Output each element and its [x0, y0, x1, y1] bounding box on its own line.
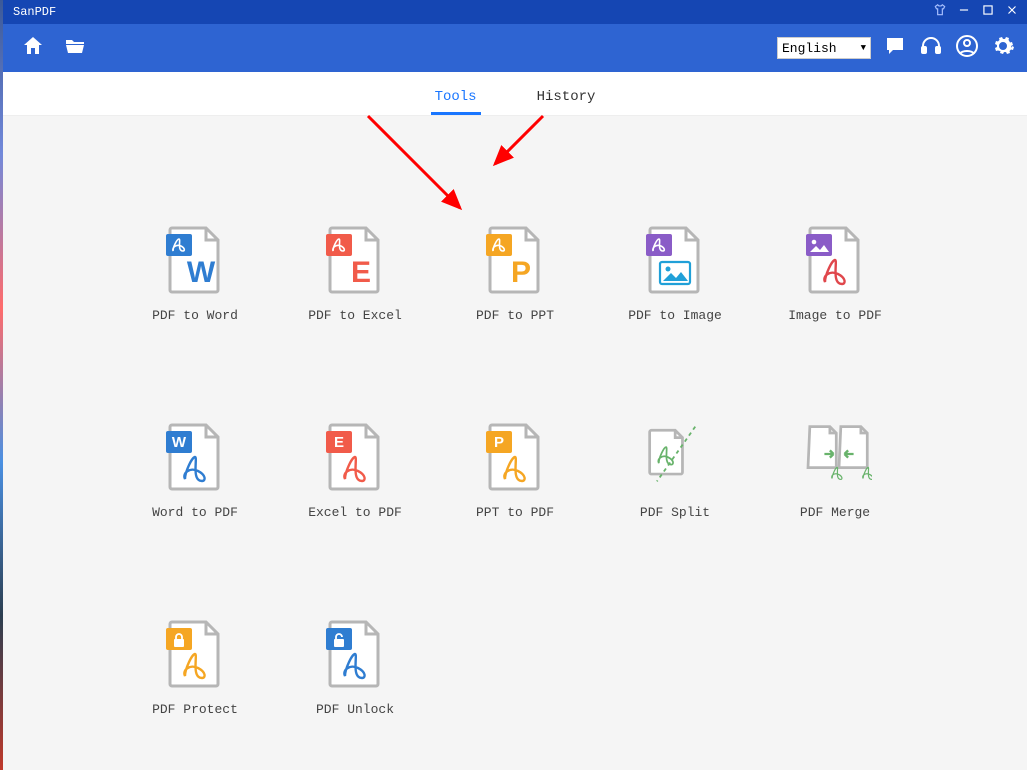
- tool-pdf-to-excel[interactable]: E PDF to Excel: [295, 226, 415, 323]
- minimize-button[interactable]: [957, 3, 971, 21]
- tool-pdf-to-image[interactable]: PDF to Image: [615, 226, 735, 323]
- svg-text:E: E: [334, 434, 344, 451]
- tool-pdf-split[interactable]: PDF Split: [615, 423, 735, 520]
- image-to-pdf-label: Image to PDF: [788, 308, 882, 323]
- word-to-pdf-icon: W: [166, 423, 224, 491]
- tool-pdf-merge[interactable]: PDF Merge: [775, 423, 895, 520]
- annotation-arrow-left: [358, 108, 478, 223]
- pdf-protect-label: PDF Protect: [152, 702, 238, 717]
- tool-pdf-unlock[interactable]: PDF Unlock: [295, 620, 415, 717]
- dropdown-icon: ▼: [861, 43, 866, 53]
- pdf-to-image-label: PDF to Image: [628, 308, 722, 323]
- tool-ppt-to-pdf[interactable]: P PPT to PDF: [455, 423, 575, 520]
- pdf-to-ppt-icon: P: [486, 226, 544, 294]
- ppt-to-pdf-label: PPT to PDF: [476, 505, 554, 520]
- account-icon[interactable]: [955, 34, 979, 63]
- pdf-protect-icon: [166, 620, 224, 688]
- tool-pdf-to-word[interactable]: W PDF to Word: [135, 226, 255, 323]
- open-folder-button[interactable]: [63, 34, 87, 63]
- word-to-pdf-label: Word to PDF: [152, 505, 238, 520]
- tool-excel-to-pdf[interactable]: E Excel to PDF: [295, 423, 415, 520]
- svg-text:E: E: [351, 256, 371, 289]
- pdf-to-ppt-label: PDF to PPT: [476, 308, 554, 323]
- pdf-to-excel-label: PDF to Excel: [308, 308, 402, 323]
- tool-pdf-protect[interactable]: PDF Protect: [135, 620, 255, 717]
- feedback-icon[interactable]: [883, 34, 907, 63]
- ppt-to-pdf-icon: P: [486, 423, 544, 491]
- tool-word-to-pdf[interactable]: W Word to PDF: [135, 423, 255, 520]
- pdf-unlock-label: PDF Unlock: [316, 702, 394, 717]
- tshirt-icon[interactable]: [933, 3, 947, 21]
- pdf-split-label: PDF Split: [640, 505, 710, 520]
- language-value: English: [782, 41, 837, 56]
- svg-text:P: P: [494, 434, 504, 451]
- pdf-merge-label: PDF Merge: [800, 505, 870, 520]
- tool-image-to-pdf[interactable]: Image to PDF: [775, 226, 895, 323]
- pdf-to-word-label: PDF to Word: [152, 308, 238, 323]
- excel-to-pdf-label: Excel to PDF: [308, 505, 402, 520]
- svg-text:P: P: [511, 256, 531, 289]
- app-title: SanPDF: [13, 5, 56, 19]
- close-button[interactable]: [1005, 3, 1019, 21]
- image-to-pdf-icon: [806, 226, 864, 294]
- svg-text:W: W: [187, 256, 216, 289]
- settings-icon[interactable]: [991, 34, 1015, 63]
- maximize-button[interactable]: [981, 3, 995, 21]
- excel-to-pdf-icon: E: [326, 423, 384, 491]
- pdf-to-word-icon: W: [166, 226, 224, 294]
- window-controls: [933, 3, 1019, 21]
- pdf-split-icon: [646, 423, 704, 491]
- support-icon[interactable]: [919, 34, 943, 63]
- tabbar: Tools History: [3, 72, 1027, 116]
- language-select[interactable]: English ▼: [777, 37, 871, 59]
- home-button[interactable]: [21, 34, 45, 63]
- tab-tools[interactable]: Tools: [425, 89, 487, 115]
- svg-text:W: W: [172, 434, 187, 451]
- annotation-arrow-right: [483, 108, 553, 183]
- main-area: W PDF to Word E PDF to Excel P PDF to PP…: [3, 116, 1027, 770]
- tool-pdf-to-ppt[interactable]: P PDF to PPT: [455, 226, 575, 323]
- pdf-to-excel-icon: E: [326, 226, 384, 294]
- pdf-unlock-icon: [326, 620, 384, 688]
- pdf-to-image-icon: [646, 226, 704, 294]
- toolbar: English ▼: [3, 24, 1027, 72]
- tab-history[interactable]: History: [527, 89, 606, 115]
- titlebar: SanPDF: [3, 0, 1027, 24]
- pdf-merge-icon: [806, 423, 864, 491]
